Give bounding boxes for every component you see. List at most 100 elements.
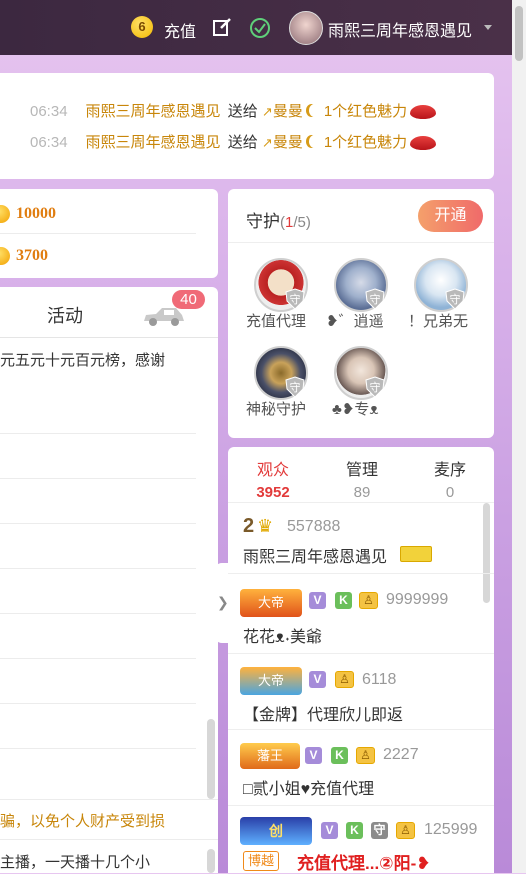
audience-row[interactable]: 2 ♛ 557888 雨熙三周年感恩遇见: [228, 513, 478, 573]
user-name: 充值代理...②阳-❥: [297, 854, 431, 873]
tab-admins[interactable]: 管理 89: [332, 456, 392, 501]
divider: [0, 658, 196, 659]
tab-count: 0: [445, 484, 455, 501]
edit-icon[interactable]: [212, 17, 232, 37]
user-name: 【金牌】代理欣儿即返: [243, 707, 404, 724]
user-avatar[interactable]: [289, 11, 323, 45]
chat-message: 元五元十元百元榜，感谢: [0, 352, 166, 369]
tab-audience[interactable]: 观众 3952: [243, 456, 303, 501]
guard-member[interactable]: 守 ❥゛逍遥: [326, 258, 406, 348]
audience-row[interactable]: 创 V K 守 ♙ 125999 博越 充值代理...②阳-❥: [228, 815, 478, 873]
guard-member[interactable]: 守 神秘守护: [246, 346, 326, 436]
user-id: 6118: [362, 671, 397, 688]
tab-label: 管理: [345, 462, 378, 479]
divider: [228, 242, 494, 243]
page-scrollbar-thumb[interactable]: [515, 6, 523, 61]
user-name: 花花ᴥ˖美爺: [243, 629, 323, 646]
divider: [0, 839, 218, 840]
chevron-right-icon: ❯: [217, 594, 229, 610]
rank-number: 2: [243, 515, 255, 537]
guard-count-total: /5: [293, 214, 306, 231]
vip-card-icon: [400, 546, 432, 562]
audience-row[interactable]: 大帝 V ♙ 6118 【金牌】代理欣儿即返: [228, 663, 478, 729]
guard-shield-icon: 守: [285, 376, 305, 398]
divider: [0, 703, 196, 704]
guard-shield-label: 守: [290, 380, 301, 394]
tab-count: 3952: [256, 484, 290, 501]
person-badge-icon: ♙: [396, 822, 415, 839]
gold-coin-icon: [0, 247, 10, 265]
guard-panel: 守护(1/5) 开通 守 充值代理 守 ❥゛逍遥 守 ！兄弟无 守 神秘守护 守…: [228, 189, 494, 438]
audience-row[interactable]: 藩王 V K ♙ 2227 □贰小姐♥充值代理: [228, 739, 478, 805]
recharge-link[interactable]: 充值: [164, 18, 196, 42]
gift-receiver[interactable]: 曼曼: [273, 103, 303, 120]
gift-time: 06:34: [30, 134, 68, 151]
gift-name: 1个红色魅力: [323, 103, 408, 120]
tab-count: 89: [353, 484, 371, 501]
person-badge-icon: ♙: [356, 747, 375, 764]
chat-panel: 活动 40 元五元十元百元榜，感谢 骗，以免个人财产受到损 主播，一天播十几个小: [0, 287, 218, 873]
guard-member-name: 充值代理: [246, 313, 307, 330]
guard-member[interactable]: 守 ♣❥专ᴥ: [326, 346, 406, 436]
guard-shield-icon: 守: [365, 376, 385, 398]
tab-label: 观众: [256, 462, 289, 479]
chat-scrollbar-thumb[interactable]: [207, 849, 215, 873]
gift-verb: 送给: [227, 103, 258, 120]
verified-check-icon[interactable]: [249, 17, 271, 39]
user-id: 9999999: [386, 591, 449, 608]
gift-time: 06:34: [30, 103, 68, 120]
person-badge-icon: ♙: [335, 671, 354, 688]
contribution-rank-panel: 10000 3700: [0, 189, 218, 278]
divider: [0, 478, 196, 479]
open-guard-button[interactable]: 开通: [418, 200, 483, 232]
divider: [228, 653, 494, 654]
rank-value: 10000: [16, 205, 56, 222]
guard-shield-label: 守: [370, 380, 381, 394]
person-badge-icon: ♙: [359, 592, 378, 609]
red-lips-gift-icon: [410, 136, 437, 151]
divider: [0, 568, 196, 569]
divider: [228, 502, 494, 503]
divider: [0, 233, 196, 234]
tab-label: 麦序: [433, 462, 466, 479]
user-name[interactable]: 雨熙三周年感恩遇见: [328, 17, 472, 41]
divider: [228, 729, 494, 730]
tab-mic-queue[interactable]: 麦序 0: [420, 456, 480, 501]
guard-shield-label: 守: [290, 292, 301, 306]
feather-icon: ↗: [261, 104, 273, 119]
chat-warning-text: 骗，以免个人财产受到损: [0, 813, 166, 830]
guard-member-name: ！兄弟无: [408, 313, 469, 330]
vip-badge: V: [321, 822, 338, 839]
divider: [0, 523, 196, 524]
gift-feed-panel: 06:34 雨熙三周年感恩遇见 送给 ↗曼曼 1个红色魅力 06:34 雨熙三周年感恩…: [0, 73, 494, 179]
k-badge: K: [335, 592, 352, 609]
divider: [0, 433, 196, 434]
guard-member[interactable]: 守 充值代理: [246, 258, 326, 348]
user-name: □贰小姐♥充值代理: [243, 781, 375, 798]
page-scrollbar[interactable]: [512, 0, 526, 873]
feather-icon: ↗: [261, 135, 273, 150]
audience-panel: 观众 3952 管理 89 麦序 0 2 ♛ 557888 雨熙三周年感恩遇见 …: [228, 447, 494, 873]
gift-feed-item: 06:34 雨熙三周年感恩遇见 送给 ↗曼曼 1个红色魅力: [30, 131, 437, 153]
tab-activity[interactable]: 活动: [47, 302, 83, 328]
car-count-badge: 40: [172, 290, 205, 309]
vip-badge: V: [305, 747, 322, 764]
top-bar: 6 充值 雨熙三周年感恩遇见: [0, 0, 512, 55]
audience-scrollbar-thumb[interactable]: [483, 503, 490, 603]
chat-message: 主播，一天播十几个小: [0, 854, 151, 871]
rank-title-badge: 大帝: [240, 667, 302, 695]
divider: [228, 573, 494, 574]
gift-receiver[interactable]: 曼曼: [273, 134, 303, 151]
divider: [0, 613, 196, 614]
chevron-down-icon[interactable]: [484, 25, 492, 30]
guard-shield-label: 守: [450, 292, 461, 306]
vip-badge: V: [309, 671, 326, 688]
gift-sender[interactable]: 雨熙三周年感恩遇见: [86, 103, 221, 120]
audience-row[interactable]: 大帝 V K ♙ 9999999 花花ᴥ˖美爺: [228, 583, 478, 653]
gift-sender[interactable]: 雨熙三周年感恩遇见: [86, 134, 221, 151]
divider: [0, 799, 218, 800]
guard-title-text: 守护: [246, 212, 280, 231]
guard-member[interactable]: 守 ！兄弟无: [406, 258, 486, 348]
level-coin-icon: 6: [131, 16, 153, 38]
chat-scrollbar-thumb[interactable]: [207, 719, 215, 799]
